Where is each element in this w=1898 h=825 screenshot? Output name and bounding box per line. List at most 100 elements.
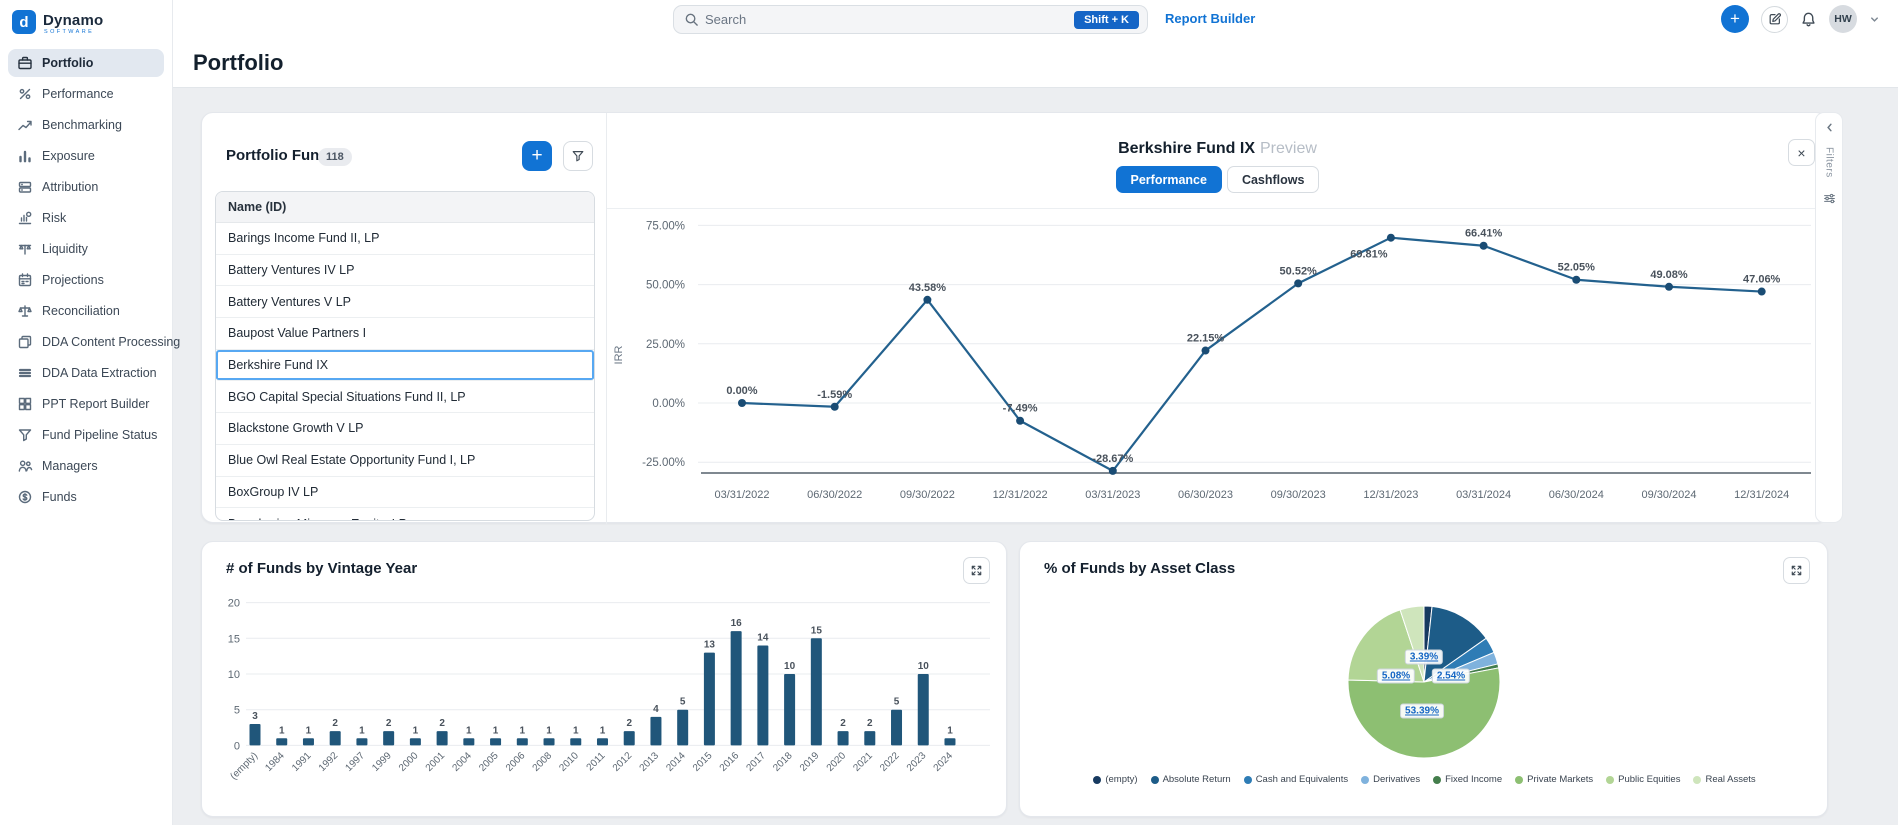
- svg-text:2: 2: [332, 718, 338, 729]
- svg-text:1999: 1999: [370, 750, 394, 774]
- legend-item[interactable]: Cash and Equivalents: [1244, 774, 1348, 785]
- legend-item[interactable]: (empty): [1093, 774, 1137, 785]
- sidebar-item-liquidity[interactable]: Liquidity: [8, 235, 164, 263]
- filters-rail-label: Filters: [1824, 147, 1835, 178]
- global-search[interactable]: Shift + K: [673, 5, 1148, 34]
- sidebar-item-funds[interactable]: Funds: [8, 483, 164, 511]
- legend-item[interactable]: Real Assets: [1693, 774, 1755, 785]
- sidebar-item-portfolio[interactable]: Portfolio: [8, 49, 164, 77]
- svg-text:-28.67%: -28.67%: [1092, 453, 1133, 465]
- sidebar-item-managers[interactable]: Managers: [8, 452, 164, 480]
- legend-item[interactable]: Private Markets: [1515, 774, 1593, 785]
- pie-label-chip[interactable]: 5.08%: [1377, 669, 1415, 684]
- fund-list-column-header[interactable]: Name (ID): [216, 192, 594, 223]
- sidebar-item-risk[interactable]: Risk: [8, 204, 164, 232]
- legend-item[interactable]: Public Equities: [1606, 774, 1680, 785]
- sidebar-item-ppt-report-builder[interactable]: PPT Report Builder: [8, 390, 164, 418]
- notifications-button[interactable]: [1800, 11, 1817, 28]
- sidebar-item-label: Funds: [42, 490, 77, 504]
- sliders-icon[interactable]: [1823, 192, 1836, 205]
- main-content: Portfolio Funds 118 + Name (ID) Barings …: [173, 88, 1898, 825]
- pie-label-chip[interactable]: 53.39%: [1400, 704, 1444, 719]
- expand-vintage-chart-button[interactable]: [963, 557, 990, 584]
- search-input[interactable]: [705, 12, 1074, 27]
- svg-text:2008: 2008: [531, 750, 555, 774]
- fund-row[interactable]: Barings Income Fund II, LP: [216, 223, 594, 255]
- add-fund-button[interactable]: +: [522, 141, 552, 171]
- fund-row[interactable]: Battery Ventures V LP: [216, 286, 594, 318]
- sidebar-item-benchmarking[interactable]: Benchmarking: [8, 111, 164, 139]
- portfolio-icon: [17, 55, 33, 71]
- add-button[interactable]: +: [1721, 5, 1749, 33]
- bell-icon: [1800, 11, 1817, 28]
- sidebar-item-label: Liquidity: [42, 242, 88, 256]
- chevron-down-icon[interactable]: [1869, 14, 1880, 25]
- svg-text:2023: 2023: [905, 750, 929, 774]
- avatar[interactable]: HW: [1829, 5, 1857, 33]
- brand-logo[interactable]: d Dynamo SOFTWARE: [0, 0, 172, 42]
- sidebar-item-dda-content-processing[interactable]: DDA Content Processing: [8, 328, 164, 356]
- sidebar-item-fund-pipeline-status[interactable]: Fund Pipeline Status: [8, 421, 164, 449]
- sidebar-item-reconciliation[interactable]: Reconciliation: [8, 297, 164, 325]
- close-preview-button[interactable]: ×: [1788, 139, 1815, 166]
- fund-row[interactable]: Baupost Value Partners I: [216, 318, 594, 350]
- svg-text:16: 16: [731, 618, 743, 629]
- pie-label-chip[interactable]: 2.54%: [1432, 669, 1470, 684]
- expand-asset-class-chart-button[interactable]: [1783, 557, 1810, 584]
- sidebar-item-dda-data-extraction[interactable]: DDA Data Extraction: [8, 359, 164, 387]
- sidebar-item-attribution[interactable]: Attribution: [8, 173, 164, 201]
- dda-extraction-icon: [17, 365, 33, 381]
- fund-row[interactable]: BGO Capital Special Situations Fund II, …: [216, 381, 594, 413]
- svg-text:5: 5: [234, 705, 240, 717]
- tab-cashflows[interactable]: Cashflows: [1227, 166, 1320, 193]
- legend-item[interactable]: Fixed Income: [1433, 774, 1502, 785]
- filter-funds-button[interactable]: [563, 141, 593, 171]
- attribution-icon: [17, 179, 33, 195]
- report-builder-link[interactable]: Report Builder: [1165, 11, 1255, 26]
- legend-item[interactable]: Derivatives: [1361, 774, 1420, 785]
- sidebar-item-label: Performance: [42, 87, 114, 101]
- pie-legend: (empty) Absolute Return Cash and Equivalen…: [1020, 774, 1829, 785]
- fund-row[interactable]: BoxGroup IV LP: [216, 477, 594, 509]
- exposure-icon: [17, 148, 33, 164]
- legend-label: Public Equities: [1618, 774, 1680, 785]
- compose-button[interactable]: [1761, 6, 1788, 33]
- fund-row[interactable]: Battery Ventures IV LP: [216, 255, 594, 287]
- fund-row[interactable]: Blue Owl Real Estate Opportunity Fund I,…: [216, 445, 594, 477]
- sidebar-item-performance[interactable]: Performance: [8, 80, 164, 108]
- dynamo-logo-icon: d: [12, 10, 36, 34]
- chevron-left-icon[interactable]: [1824, 122, 1835, 133]
- svg-text:50.52%: 50.52%: [1280, 265, 1318, 277]
- sidebar-item-label: Managers: [42, 459, 98, 473]
- fund-list: Name (ID) Barings Income Fund II, LPBatt…: [215, 191, 595, 521]
- sidebar: d Dynamo SOFTWARE Portfolio Performance Be…: [0, 0, 173, 825]
- legend-item[interactable]: Absolute Return: [1151, 774, 1231, 785]
- edit-icon: [1768, 12, 1782, 26]
- svg-text:3: 3: [252, 711, 258, 722]
- svg-text:20: 20: [228, 598, 240, 610]
- svg-text:22.15%: 22.15%: [1187, 333, 1225, 345]
- svg-text:1: 1: [359, 725, 365, 736]
- sidebar-item-exposure[interactable]: Exposure: [8, 142, 164, 170]
- sidebar-item-label: DDA Content Processing: [42, 335, 180, 349]
- irr-line-chart: 75.00%50.00%25.00%0.00%-25.00%IRR03/31/2…: [606, 209, 1829, 523]
- svg-text:14: 14: [757, 632, 769, 643]
- fund-row[interactable]: Berkshire Fund IX: [216, 350, 594, 382]
- svg-text:2012: 2012: [611, 750, 635, 774]
- svg-text:12/31/2024: 12/31/2024: [1734, 489, 1789, 501]
- tab-performance[interactable]: Performance: [1116, 166, 1222, 193]
- fund-row[interactable]: Brandywine Microcap Equity, LP: [216, 508, 594, 521]
- fund-row[interactable]: Blackstone Growth V LP: [216, 413, 594, 445]
- svg-text:75.00%: 75.00%: [646, 220, 685, 232]
- svg-text:2001: 2001: [424, 750, 448, 774]
- vintage-year-card: # of Funds by Vintage Year 051015203(emp…: [201, 541, 1007, 817]
- legend-label: (empty): [1105, 774, 1137, 785]
- close-icon: ×: [1797, 145, 1805, 161]
- asset-class-card: % of Funds by Asset Class 3.39%2.54%53.3…: [1019, 541, 1828, 817]
- svg-text:1: 1: [306, 725, 312, 736]
- svg-text:50.00%: 50.00%: [646, 280, 685, 292]
- sidebar-item-label: Benchmarking: [42, 118, 122, 132]
- sidebar-item-projections[interactable]: Projections: [8, 266, 164, 294]
- svg-text:1991: 1991: [290, 750, 314, 774]
- pie-label-chip[interactable]: 3.39%: [1405, 650, 1443, 665]
